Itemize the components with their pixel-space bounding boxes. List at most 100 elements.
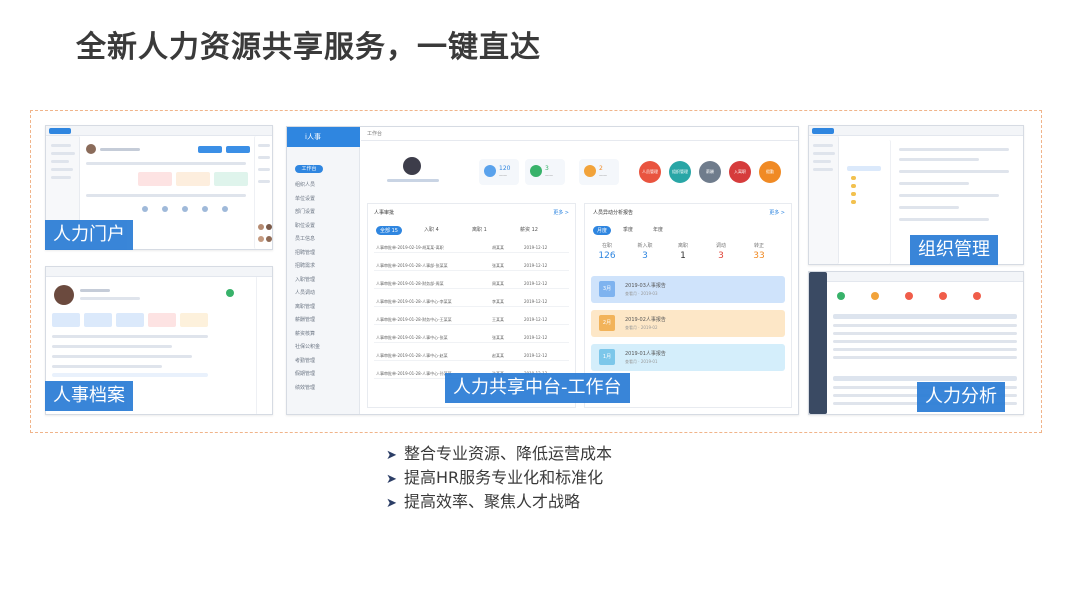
nav-item[interactable]: 离职管理 bbox=[295, 303, 315, 310]
archive-topbar bbox=[46, 267, 272, 277]
nav-item[interactable]: 薪酬管理 bbox=[295, 316, 315, 323]
nav-item[interactable]: 员工信息 bbox=[295, 235, 315, 242]
table-row[interactable]: 人事审批单-2019-02-19-胡某某-离职 胡某某 2019-12-12 bbox=[374, 242, 569, 253]
approval-tab[interactable]: 薪资 12 bbox=[520, 226, 538, 233]
module-shortcut[interactable]: 组织管理 bbox=[669, 161, 691, 183]
caption-portal: 人力门户 bbox=[45, 220, 133, 250]
analysis-topbar bbox=[827, 272, 1023, 282]
approval-tab[interactable]: 离职 1 bbox=[472, 226, 487, 233]
arrow-icon: ➤ bbox=[386, 448, 397, 463]
nav-item[interactable]: 考勤管理 bbox=[295, 357, 315, 364]
portal-logo bbox=[49, 128, 71, 134]
user-avatar bbox=[403, 157, 421, 175]
report-card-sub: 查看月 · 2019-02 bbox=[625, 325, 658, 330]
nav-item[interactable]: 入职管理 bbox=[295, 276, 315, 283]
report-card-sub: 查看月 · 2019-01 bbox=[625, 359, 658, 364]
module-shortcut[interactable]: 假勤 bbox=[759, 161, 781, 183]
nav-item[interactable]: 招聘需求 bbox=[295, 262, 315, 269]
nav-item[interactable]: 职位设置 bbox=[295, 222, 315, 229]
approval-title: 人事审批 bbox=[374, 210, 395, 216]
report-stat: 离职 1 bbox=[669, 242, 697, 261]
report-card[interactable]: 3月 2019-03人事报告 查看月 · 2019-03 bbox=[591, 276, 785, 303]
report-card[interactable]: 2月 2019-02人事报告 查看月 · 2019-02 bbox=[591, 310, 785, 337]
avatar bbox=[54, 285, 74, 305]
row-title: 人事审批单-2019-02-19-胡某某-离职 bbox=[376, 245, 444, 250]
caption-org: 组织管理 bbox=[910, 235, 998, 265]
action-button[interactable] bbox=[226, 146, 250, 153]
report-tab[interactable]: 月度 bbox=[593, 226, 612, 235]
report-icon: 2月 bbox=[599, 315, 615, 331]
benefit-item: ➤ 提高效率、聚焦人才战略 bbox=[386, 491, 612, 515]
stat-label: 新入职 bbox=[637, 243, 653, 249]
row-title: 人事审批单-2019-01-28-人事中心-赵某 bbox=[376, 353, 448, 358]
nav-item[interactable]: 单位设置 bbox=[295, 195, 315, 202]
summary-tile[interactable]: 2 —— bbox=[579, 159, 619, 185]
caption-workbench: 人力共享中台-工作台 bbox=[445, 373, 630, 403]
nav-workbench[interactable]: 工作台 bbox=[295, 165, 323, 173]
row-title: 人事审批单-2019-01-28-人事部-张某某 bbox=[376, 263, 448, 268]
table-row[interactable]: 人事审批单-2019-01-28-人事中心-张某 张某某 2019-12-12 bbox=[374, 332, 569, 343]
row-date: 2019-12-12 bbox=[524, 335, 548, 340]
report-more-link[interactable]: 更多 > bbox=[769, 209, 785, 216]
workbench-screenshot: i人事 工作台 组织人员单位设置部门设置职位设置员工信息招聘管理招聘需求入职管理… bbox=[286, 126, 799, 415]
report-stat: 转正 33 bbox=[745, 242, 773, 261]
table-row[interactable]: 人事审批单-2019-01-28-财务中心-王某某 王某某 2019-12-12 bbox=[374, 314, 569, 325]
nav-item[interactable]: 绩效管理 bbox=[295, 384, 315, 391]
approval-tab[interactable]: 全部 15 bbox=[376, 226, 402, 235]
table-row[interactable]: 人事审批单-2019-01-28-财务部-周某 周某某 2019-12-12 bbox=[374, 278, 569, 289]
row-date: 2019-12-12 bbox=[524, 245, 548, 250]
org-topbar bbox=[809, 126, 1023, 136]
arrow-icon: ➤ bbox=[386, 472, 397, 487]
table-row[interactable]: 人事审批单-2019-01-28-人事中心-李某某 李某某 2019-12-12 bbox=[374, 296, 569, 307]
stat-value: 3 bbox=[642, 251, 648, 261]
report-card-title: 2019-01人事报告 bbox=[625, 351, 666, 357]
row-title: 人事审批单-2019-01-28-人事中心-李某某 bbox=[376, 299, 452, 304]
nav-item[interactable]: 招聘管理 bbox=[295, 249, 315, 256]
approval-tab[interactable]: 入职 4 bbox=[424, 226, 439, 233]
report-icon: 1月 bbox=[599, 349, 615, 365]
nav-item[interactable]: 人员调动 bbox=[295, 289, 315, 296]
module-shortcut[interactable]: 入离职 bbox=[729, 161, 751, 183]
module-shortcut[interactable]: 人员管理 bbox=[639, 161, 661, 183]
portal-topbar bbox=[46, 126, 272, 136]
nav-item[interactable]: 组织人员 bbox=[295, 181, 315, 188]
arrow-icon: ➤ bbox=[386, 496, 397, 511]
row-date: 2019-12-12 bbox=[524, 263, 548, 268]
caption-analysis: 人力分析 bbox=[917, 382, 1005, 412]
report-tab[interactable]: 年度 bbox=[653, 226, 663, 233]
row-owner: 胡某某 bbox=[492, 245, 504, 250]
archive-right-panel bbox=[256, 277, 257, 414]
benefit-text: 整合专业资源、降低运营成本 bbox=[404, 444, 613, 463]
nav-item[interactable]: 社保公积金 bbox=[295, 343, 320, 350]
org-sidebar bbox=[809, 136, 839, 264]
approval-more-link[interactable]: 更多 > bbox=[553, 209, 569, 216]
report-card[interactable]: 1月 2019-01人事报告 查看月 · 2019-01 bbox=[591, 344, 785, 371]
row-title: 人事审批单-2019-01-28-财务中心-王某某 bbox=[376, 317, 452, 322]
row-owner: 周某某 bbox=[492, 281, 504, 286]
table-row[interactable]: 人事审批单-2019-01-28-人事部-张某某 张某某 2019-12-12 bbox=[374, 260, 569, 271]
benefit-item: ➤ 整合专业资源、降低运营成本 bbox=[386, 443, 612, 467]
row-date: 2019-12-12 bbox=[524, 281, 548, 286]
action-button[interactable] bbox=[198, 146, 222, 153]
portal-right-panel bbox=[254, 136, 272, 249]
stat-label: 转正 bbox=[753, 243, 764, 249]
report-tab[interactable]: 季度 bbox=[623, 226, 633, 233]
row-owner: 赵某某 bbox=[492, 353, 504, 358]
stat-value: 33 bbox=[753, 251, 765, 261]
nav-item[interactable]: 假期管理 bbox=[295, 370, 315, 377]
module-shortcut[interactable]: 薪酬 bbox=[699, 161, 721, 183]
nav-item[interactable]: 部门设置 bbox=[295, 208, 315, 215]
table-row[interactable]: 人事审批单-2019-01-28-人事中心-赵某 赵某某 2019-12-12 bbox=[374, 350, 569, 361]
row-owner: 张某某 bbox=[492, 335, 504, 340]
app-logo: i人事 bbox=[287, 127, 360, 147]
summary-tile[interactable]: 120 —— bbox=[479, 159, 519, 185]
avatar bbox=[86, 144, 96, 154]
stat-label: 离职 bbox=[677, 243, 688, 249]
stat-value: 3 bbox=[718, 251, 724, 261]
summary-tile[interactable]: 3 —— bbox=[525, 159, 565, 185]
report-card-title: 2019-02人事报告 bbox=[625, 317, 666, 323]
benefit-list: ➤ 整合专业资源、降低运营成本 ➤ 提高HR服务专业化和标准化 ➤ 提高效率、聚焦人才战略 bbox=[386, 443, 612, 515]
nav-item[interactable]: 薪资核算 bbox=[295, 330, 315, 337]
report-stat: 在职 126 bbox=[593, 242, 621, 261]
stat-label: 在职 bbox=[601, 243, 612, 249]
